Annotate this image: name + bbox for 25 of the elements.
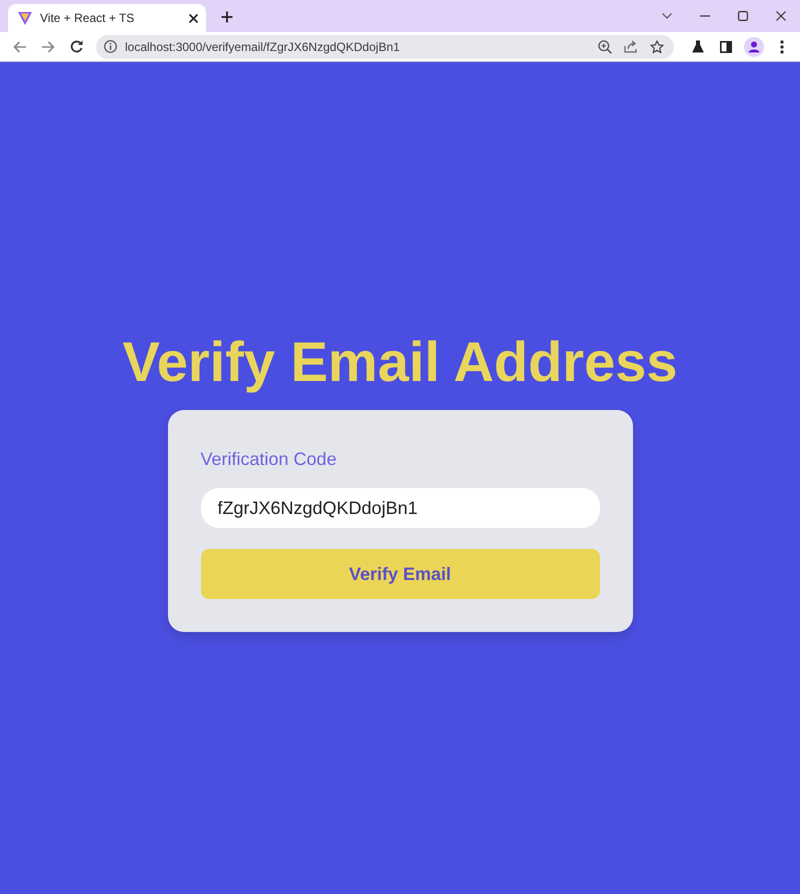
- minimize-icon[interactable]: [700, 15, 710, 17]
- info-icon[interactable]: [104, 40, 117, 53]
- triangle-logo-icon: [18, 12, 32, 24]
- flask-icon[interactable]: [692, 40, 704, 53]
- back-arrow-icon[interactable]: [13, 40, 27, 52]
- plus-icon[interactable]: [221, 11, 233, 23]
- menu-icon[interactable]: [780, 40, 784, 54]
- url-text: localhost:3000/verifyemail/fZgrJX6NzgdQKDdojBn1: [125, 38, 401, 56]
- browser-tab[interactable]: Vite + React + TS: [8, 4, 206, 32]
- address-bar[interactable]: localhost:3000/verifyemail/fZgrJX6NzgdQKDdojBn1: [96, 34, 674, 58]
- code-input-field[interactable]: fZgrJX6NzgdQKDdojBn1: [200, 488, 600, 528]
- maximize-icon[interactable]: [738, 11, 748, 21]
- share-icon[interactable]: [624, 40, 638, 53]
- sidebar-icon[interactable]: [720, 40, 732, 52]
- star-icon[interactable]: [650, 40, 664, 54]
- forward-arrow-icon[interactable]: [41, 40, 55, 52]
- close-icon[interactable]: [189, 14, 198, 22]
- page-heading: Verify Email Address: [122, 330, 678, 394]
- zoom-in-icon[interactable]: [598, 40, 612, 54]
- verify-email-button[interactable]: Verify Email: [200, 549, 600, 600]
- chevron-down-icon[interactable]: [662, 13, 672, 19]
- reload-icon[interactable]: [70, 40, 82, 53]
- profile-avatar-icon[interactable]: [744, 36, 764, 56]
- close-icon[interactable]: [776, 11, 786, 21]
- field-label: Verification Code: [200, 448, 338, 472]
